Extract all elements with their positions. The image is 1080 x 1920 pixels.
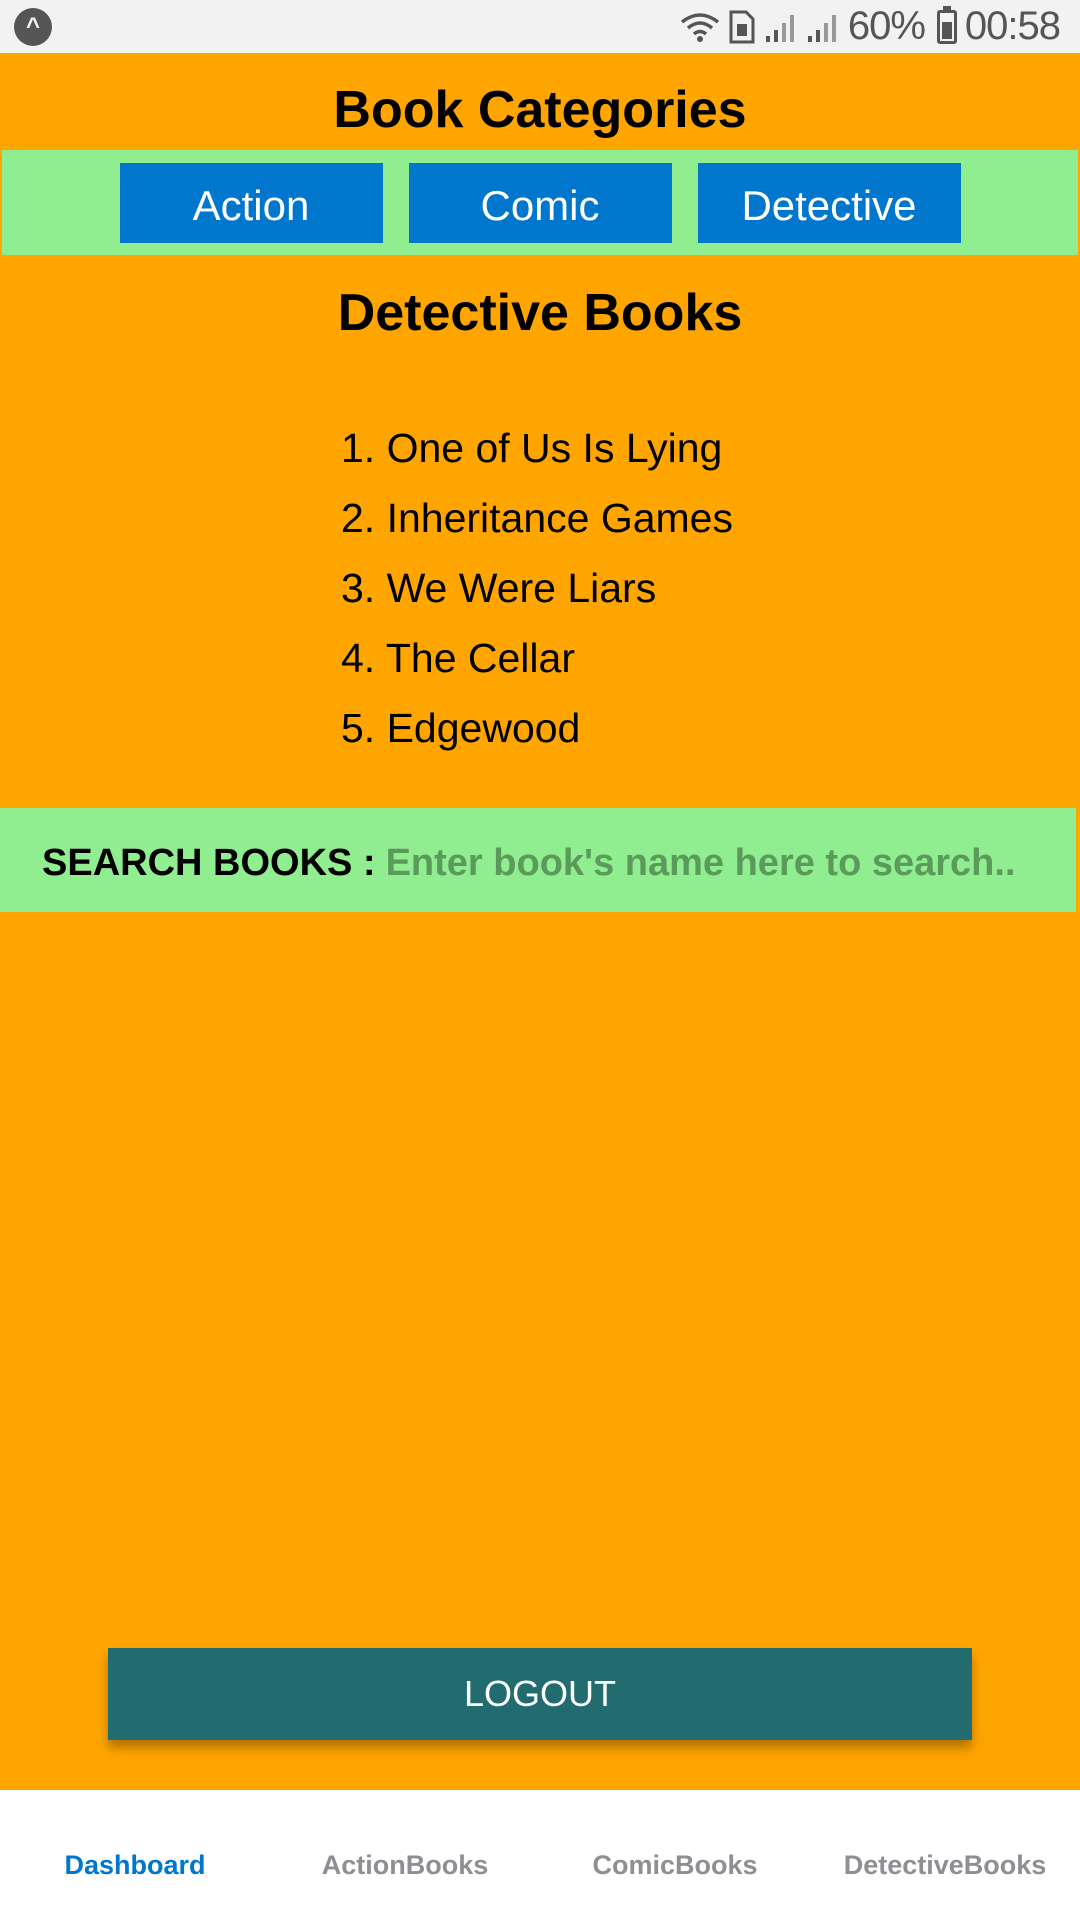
search-bar: SEARCH BOOKS : xyxy=(0,808,1076,912)
expo-chevron-icon: ^ xyxy=(14,7,52,46)
category-button-comic[interactable]: Comic xyxy=(408,162,672,243)
battery-level xyxy=(941,21,952,39)
bottom-tab-bar: Dashboard ActionBooks ComicBooks Detecti… xyxy=(0,1790,1080,1920)
tab-detective-books[interactable]: DetectiveBooks xyxy=(810,1830,1080,1881)
list-item: 5. Edgewood xyxy=(341,705,581,751)
tab-action-books[interactable]: ActionBooks xyxy=(270,1830,540,1881)
clock: 00:58 xyxy=(964,4,1061,48)
battery-percent: 60% xyxy=(847,4,926,48)
category-button-action[interactable]: Action xyxy=(119,162,383,243)
list-item: 1. One of Us Is Lying xyxy=(341,425,723,471)
list-item: 4. The Cellar xyxy=(341,635,575,681)
status-icons: 60% 00:58 xyxy=(680,0,1061,53)
search-input[interactable] xyxy=(385,841,1076,885)
tab-dashboard[interactable]: Dashboard xyxy=(0,1830,270,1881)
category-button-detective[interactable]: Detective xyxy=(697,162,961,243)
tab-comic-books[interactable]: ComicBooks xyxy=(540,1830,810,1881)
logout-button[interactable]: LOGOUT xyxy=(108,1648,972,1740)
sim-icon xyxy=(729,10,755,43)
section-title: Detective Books xyxy=(337,284,743,342)
signal-icon xyxy=(765,14,794,42)
list-item: 2. Inheritance Games xyxy=(341,495,733,541)
status-bar: ^ 60% 00:58 xyxy=(0,0,1080,53)
signal-icon xyxy=(807,14,836,42)
wifi-icon xyxy=(680,12,719,42)
page-title: Book Categories xyxy=(333,81,747,139)
category-bar: Action Comic Detective xyxy=(2,150,1078,255)
search-label: SEARCH BOOKS : xyxy=(42,841,376,884)
list-item: 3. We Were Liars xyxy=(341,565,657,611)
book-list: 1. One of Us Is Lying 2. Inheritance Gam… xyxy=(341,418,733,768)
battery-icon xyxy=(936,5,957,44)
